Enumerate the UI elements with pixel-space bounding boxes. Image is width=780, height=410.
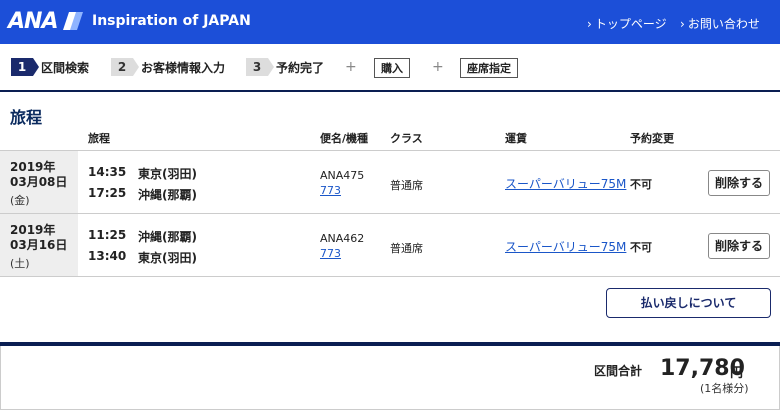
col-fare: 運賃	[505, 132, 527, 145]
nav-top-page-label: トップページ	[594, 17, 667, 31]
date: 2019年 03月16日	[10, 223, 67, 253]
step-label: 予約完了	[276, 60, 325, 75]
nav-top-page[interactable]: › トップページ	[587, 15, 667, 32]
ana-logo[interactable]: ANA	[8, 8, 84, 34]
departure-time: 14:35	[88, 165, 127, 179]
site-header: ANA Inspiration of JAPAN › トップページ › お問い合わせ	[0, 0, 780, 44]
step-2: 2 お客様情報入力	[111, 58, 225, 76]
section-divider	[0, 90, 780, 92]
departure-airport: 東京(羽田)	[138, 167, 197, 181]
total-currency: 円	[730, 366, 744, 381]
nav-contact-label: お問い合わせ	[687, 17, 760, 31]
delete-button[interactable]: 削除する	[708, 170, 770, 196]
tagline: Inspiration of JAPAN	[92, 13, 251, 29]
step-number: 3	[246, 58, 274, 76]
flight-number: ANA475	[320, 169, 365, 182]
seat-class: 普通席	[390, 179, 423, 192]
change-status: 不可	[630, 241, 652, 254]
date-day: 03月16日	[10, 238, 68, 252]
departure-time: 11:25	[88, 228, 127, 242]
arrival-airport: 沖縄(那覇)	[138, 188, 197, 202]
step-1: 1 区間検索	[11, 58, 89, 76]
nav-contact[interactable]: › お問い合わせ	[680, 15, 760, 32]
chevron-right-icon: ›	[587, 17, 592, 31]
col-itinerary: 旅程	[88, 132, 110, 145]
step-3: 3 予約完了	[246, 58, 324, 76]
seat-class: 普通席	[390, 242, 423, 255]
logo-text: ANA	[8, 8, 58, 34]
plus-icon: +	[432, 59, 444, 75]
purchase-step: 購入	[374, 58, 410, 78]
table-row: 2019年 03月16日 (土) 11:25 沖縄(那覇) 13:40 東京(羽…	[0, 213, 780, 277]
date: 2019年 03月08日	[10, 160, 67, 190]
refund-info-button[interactable]: 払い戻しについて	[606, 288, 771, 318]
day-of-week: (土)	[10, 257, 30, 270]
col-class: クラス	[390, 132, 423, 145]
aircraft-link[interactable]: 773	[320, 247, 341, 260]
total-label: 区間合計	[594, 364, 643, 378]
arrival-airport: 東京(羽田)	[138, 251, 197, 265]
flight-number: ANA462	[320, 232, 365, 245]
date-cell: 2019年 03月08日 (金)	[0, 151, 78, 213]
step-number: 1	[11, 58, 39, 76]
arrival-time: 17:25	[88, 186, 127, 200]
date-year: 2019年	[10, 160, 56, 174]
seat-selection-step: 座席指定	[460, 58, 518, 78]
date-year: 2019年	[10, 223, 56, 237]
day-of-week: (金)	[10, 194, 30, 207]
total-note: (1名様分)	[700, 382, 749, 395]
step-number: 2	[111, 58, 139, 76]
logo-stripes-icon	[61, 10, 84, 32]
departure-airport: 沖縄(那覇)	[138, 230, 197, 244]
arrival-time: 13:40	[88, 249, 127, 263]
aircraft-link[interactable]: 773	[320, 184, 341, 197]
fare-link[interactable]: スーパーバリュー75M	[505, 238, 626, 255]
section-title: 旅程	[10, 108, 43, 127]
step-label: 区間検索	[41, 60, 90, 75]
date-cell: 2019年 03月16日 (土)	[0, 214, 78, 276]
change-status: 不可	[630, 178, 652, 191]
col-flight: 便名/機種	[320, 132, 369, 145]
table-row: 2019年 03月08日 (金) 14:35 東京(羽田) 17:25 沖縄(那…	[0, 150, 780, 213]
fare-link[interactable]: スーパーバリュー75M	[505, 175, 626, 192]
col-change: 予約変更	[630, 132, 674, 145]
step-label: お客様情報入力	[141, 60, 226, 75]
plus-icon: +	[345, 59, 357, 75]
delete-button[interactable]: 削除する	[708, 233, 770, 259]
date-day: 03月08日	[10, 175, 68, 189]
chevron-right-icon: ›	[680, 17, 685, 31]
